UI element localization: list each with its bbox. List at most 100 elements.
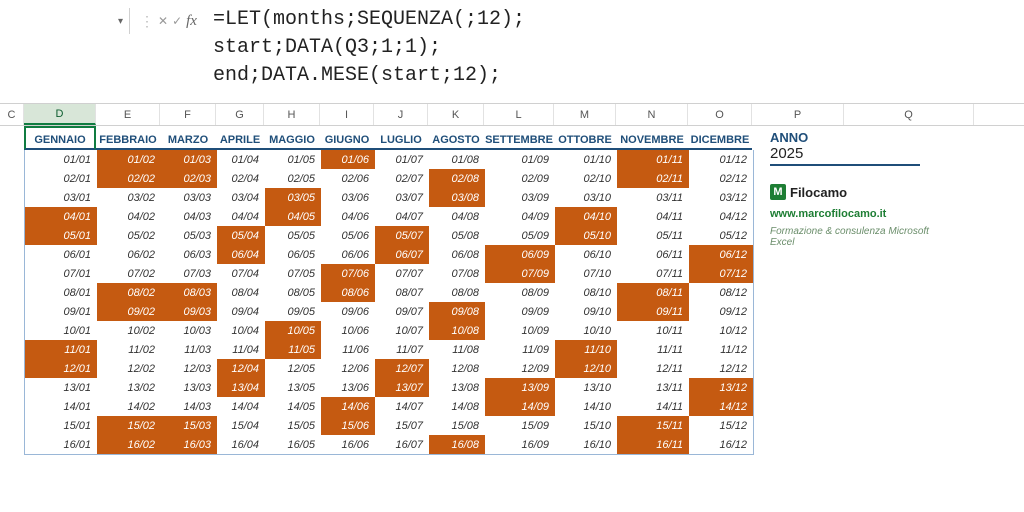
month-header[interactable]: AGOSTO <box>428 126 484 150</box>
calendar-cell[interactable]: 05/07 <box>375 226 429 245</box>
col-header-K[interactable]: K <box>428 104 484 125</box>
calendar-cell[interactable]: 15/09 <box>485 416 555 435</box>
calendar-cell[interactable]: 04/07 <box>375 207 429 226</box>
calendar-cell[interactable]: 13/09 <box>485 378 555 397</box>
calendar-cell[interactable]: 13/10 <box>555 378 617 397</box>
calendar-cell[interactable]: 02/11 <box>617 169 689 188</box>
calendar-cell[interactable]: 04/06 <box>321 207 375 226</box>
calendar-cell[interactable]: 09/01 <box>25 302 97 321</box>
calendar-cell[interactable]: 03/09 <box>485 188 555 207</box>
accept-icon[interactable]: ✓ <box>172 14 182 28</box>
calendar-cell[interactable]: 14/05 <box>265 397 321 416</box>
calendar-cell[interactable]: 13/04 <box>217 378 265 397</box>
calendar-cell[interactable]: 09/08 <box>429 302 485 321</box>
calendar-cell[interactable]: 02/01 <box>25 169 97 188</box>
calendar-cell[interactable]: 15/03 <box>161 416 217 435</box>
col-header-C[interactable]: C <box>0 104 24 125</box>
calendar-cell[interactable]: 13/01 <box>25 378 97 397</box>
calendar-cell[interactable]: 13/03 <box>161 378 217 397</box>
calendar-cell[interactable]: 11/03 <box>161 340 217 359</box>
calendar-cell[interactable]: 15/07 <box>375 416 429 435</box>
calendar-cell[interactable]: 09/04 <box>217 302 265 321</box>
calendar-cell[interactable]: 04/10 <box>555 207 617 226</box>
calendar-cell[interactable]: 12/11 <box>617 359 689 378</box>
calendar-cell[interactable]: 11/08 <box>429 340 485 359</box>
calendar-cell[interactable]: 05/03 <box>161 226 217 245</box>
col-header-D[interactable]: D <box>24 104 96 125</box>
calendar-cell[interactable]: 04/02 <box>97 207 161 226</box>
calendar-cell[interactable]: 02/12 <box>689 169 753 188</box>
calendar-cell[interactable]: 09/07 <box>375 302 429 321</box>
calendar-cell[interactable]: 16/01 <box>25 435 97 454</box>
col-header-M[interactable]: M <box>554 104 616 125</box>
month-header[interactable]: GIUGNO <box>320 126 374 150</box>
calendar-cell[interactable]: 06/01 <box>25 245 97 264</box>
calendar-cell[interactable]: 05/01 <box>25 226 97 245</box>
month-header[interactable]: GENNAIO <box>24 126 96 150</box>
calendar-cell[interactable]: 11/07 <box>375 340 429 359</box>
calendar-cell[interactable]: 09/03 <box>161 302 217 321</box>
calendar-cell[interactable]: 11/10 <box>555 340 617 359</box>
month-header[interactable]: NOVEMBRE <box>616 126 688 150</box>
month-header[interactable]: FEBBRAIO <box>96 126 160 150</box>
calendar-cell[interactable]: 14/03 <box>161 397 217 416</box>
calendar-cell[interactable]: 14/11 <box>617 397 689 416</box>
calendar-cell[interactable]: 05/02 <box>97 226 161 245</box>
calendar-cell[interactable]: 04/05 <box>265 207 321 226</box>
month-header[interactable]: DICEMBRE <box>688 126 752 150</box>
calendar-cell[interactable]: 02/10 <box>555 169 617 188</box>
calendar-cell[interactable]: 16/07 <box>375 435 429 454</box>
calendar-cell[interactable]: 16/08 <box>429 435 485 454</box>
calendar-cell[interactable]: 02/02 <box>97 169 161 188</box>
calendar-cell[interactable]: 07/04 <box>217 264 265 283</box>
year-value[interactable]: 2025 <box>770 145 920 166</box>
calendar-cell[interactable]: 10/05 <box>265 321 321 340</box>
calendar-cell[interactable]: 13/11 <box>617 378 689 397</box>
calendar-cell[interactable]: 15/02 <box>97 416 161 435</box>
calendar-cell[interactable]: 10/07 <box>375 321 429 340</box>
calendar-cell[interactable]: 07/01 <box>25 264 97 283</box>
calendar-cell[interactable]: 10/10 <box>555 321 617 340</box>
month-header[interactable]: LUGLIO <box>374 126 428 150</box>
calendar-cell[interactable]: 05/04 <box>217 226 265 245</box>
calendar-cell[interactable]: 09/12 <box>689 302 753 321</box>
calendar-cell[interactable]: 08/12 <box>689 283 753 302</box>
calendar-cell[interactable]: 04/12 <box>689 207 753 226</box>
calendar-cell[interactable]: 15/01 <box>25 416 97 435</box>
calendar-cell[interactable]: 14/07 <box>375 397 429 416</box>
calendar-cell[interactable]: 12/07 <box>375 359 429 378</box>
calendar-cell[interactable]: 14/02 <box>97 397 161 416</box>
calendar-cell[interactable]: 03/10 <box>555 188 617 207</box>
calendar-cell[interactable]: 02/03 <box>161 169 217 188</box>
calendar-cell[interactable]: 03/05 <box>265 188 321 207</box>
calendar-cell[interactable]: 11/04 <box>217 340 265 359</box>
calendar-cell[interactable]: 14/08 <box>429 397 485 416</box>
calendar-cell[interactable]: 12/06 <box>321 359 375 378</box>
calendar-cell[interactable]: 01/02 <box>97 150 161 169</box>
col-header-L[interactable]: L <box>484 104 554 125</box>
calendar-cell[interactable]: 09/06 <box>321 302 375 321</box>
calendar-cell[interactable]: 01/12 <box>689 150 753 169</box>
calendar-cell[interactable]: 09/11 <box>617 302 689 321</box>
calendar-cell[interactable]: 06/08 <box>429 245 485 264</box>
calendar-cell[interactable]: 12/02 <box>97 359 161 378</box>
calendar-cell[interactable]: 01/09 <box>485 150 555 169</box>
col-header-I[interactable]: I <box>320 104 374 125</box>
calendar-cell[interactable]: 13/12 <box>689 378 753 397</box>
calendar-cell[interactable]: 12/08 <box>429 359 485 378</box>
calendar-cell[interactable]: 08/04 <box>217 283 265 302</box>
calendar-cell[interactable]: 06/10 <box>555 245 617 264</box>
calendar-cell[interactable]: 16/03 <box>161 435 217 454</box>
calendar-cell[interactable]: 05/08 <box>429 226 485 245</box>
calendar-cell[interactable]: 08/03 <box>161 283 217 302</box>
calendar-cell[interactable]: 16/12 <box>689 435 753 454</box>
fx-icon[interactable]: fx <box>186 13 197 30</box>
calendar-cell[interactable]: 01/05 <box>265 150 321 169</box>
calendar-cell[interactable]: 08/07 <box>375 283 429 302</box>
calendar-cell[interactable]: 07/12 <box>689 264 753 283</box>
calendar-cell[interactable]: 01/08 <box>429 150 485 169</box>
calendar-cell[interactable]: 10/06 <box>321 321 375 340</box>
calendar-cell[interactable]: 10/08 <box>429 321 485 340</box>
calendar-cell[interactable]: 14/01 <box>25 397 97 416</box>
calendar-cell[interactable]: 12/05 <box>265 359 321 378</box>
